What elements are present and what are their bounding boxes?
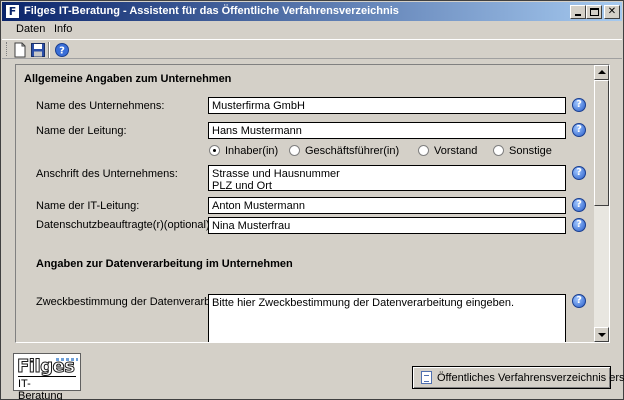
create-directory-button[interactable]: Öffentliches Verfahrensverzeichnis erste… (412, 366, 611, 389)
it-lead-help-icon[interactable]: ? (572, 198, 586, 212)
management-label: Name der Leitung: (36, 125, 127, 137)
help-icon: ? (54, 42, 70, 58)
title-bar[interactable]: F Filges IT-Beratung - Assistent für das… (2, 2, 622, 21)
address-label: Anschrift des Unternehmens: (36, 168, 178, 180)
maximize-icon (590, 8, 599, 16)
save-button[interactable] (30, 42, 46, 58)
svg-text:?: ? (59, 46, 65, 57)
management-help-icon[interactable]: ? (572, 123, 586, 137)
menu-daten[interactable]: Daten (16, 23, 45, 35)
minimize-icon (575, 14, 581, 16)
scroll-thumb[interactable] (594, 80, 609, 206)
toolbar: ? (2, 39, 622, 59)
create-directory-label: Öffentliches Verfahrensverzeichnis erste… (437, 372, 624, 384)
close-icon: ✕ (608, 6, 616, 17)
vertical-scrollbar[interactable] (594, 65, 609, 342)
dpo-field[interactable]: Nina Musterfrau (208, 217, 566, 234)
dpo-label: Datenschutzbeauftragte(r)(optional): (36, 219, 213, 231)
radio-geschaeftsfuehrer-label: Geschäftsführer(in) (305, 145, 399, 157)
logo-dots (56, 358, 78, 361)
new-document-button[interactable] (12, 42, 28, 58)
radio-geschaeftsfuehrer[interactable]: Geschäftsführer(in) (289, 145, 399, 157)
section-general-title: Allgemeine Angaben zum Unternehmen (24, 73, 231, 85)
radio-inhaber[interactable]: Inhaber(in) (209, 145, 278, 157)
main-window: F Filges IT-Beratung - Assistent für das… (0, 0, 624, 400)
purpose-textarea[interactable]: Bitte hier Zweckbestimmung der Datenvera… (208, 294, 566, 343)
form-panel: Allgemeine Angaben zum Unternehmen Name … (15, 64, 610, 343)
toolbar-separator (48, 42, 50, 58)
dpo-help-icon[interactable]: ? (572, 218, 586, 232)
menu-info[interactable]: Info (54, 23, 72, 35)
document-icon (421, 371, 432, 384)
company-name-label: Name des Unternehmens: (36, 100, 164, 112)
close-button[interactable]: ✕ (604, 5, 620, 19)
address-field[interactable]: Strasse und Hausnummer PLZ und Ort (208, 165, 566, 191)
toolbar-grip (6, 42, 9, 56)
radio-vorstand-circle (418, 145, 429, 156)
window-title: Filges IT-Beratung - Assistent für das Ö… (24, 5, 399, 17)
logo-subtitle: IT- Beratung (18, 376, 76, 400)
minimize-button[interactable] (570, 5, 586, 19)
radio-sonstige[interactable]: Sonstige (493, 145, 552, 157)
help-button[interactable]: ? (54, 42, 70, 58)
section-processing-title: Angaben zur Datenverarbeitung im Unterne… (36, 258, 293, 270)
radio-vorstand[interactable]: Vorstand (418, 145, 477, 157)
new-document-icon (12, 42, 28, 58)
app-icon: F (5, 4, 20, 19)
radio-geschaeftsfuehrer-circle (289, 145, 300, 156)
company-name-field[interactable]: Musterfirma GmbH (208, 97, 566, 114)
company-name-help-icon[interactable]: ? (572, 98, 586, 112)
scroll-down-button[interactable] (594, 327, 609, 342)
maximize-button[interactable] (586, 5, 602, 19)
purpose-help-icon[interactable]: ? (572, 294, 586, 308)
radio-sonstige-label: Sonstige (509, 145, 552, 157)
management-field[interactable]: Hans Mustermann (208, 122, 566, 139)
radio-sonstige-circle (493, 145, 504, 156)
radio-inhaber-label: Inhaber(in) (225, 145, 278, 157)
radio-inhaber-circle (209, 145, 220, 156)
it-lead-field[interactable]: Anton Mustermann (208, 197, 566, 214)
save-icon (30, 42, 46, 58)
address-help-icon[interactable]: ? (572, 166, 586, 180)
it-lead-label: Name der IT-Leitung: (36, 200, 139, 212)
scroll-up-button[interactable] (594, 65, 609, 80)
radio-vorstand-label: Vorstand (434, 145, 477, 157)
menu-bar: Daten Info (2, 21, 622, 39)
filges-logo: Filges IT- Beratung (13, 353, 81, 391)
